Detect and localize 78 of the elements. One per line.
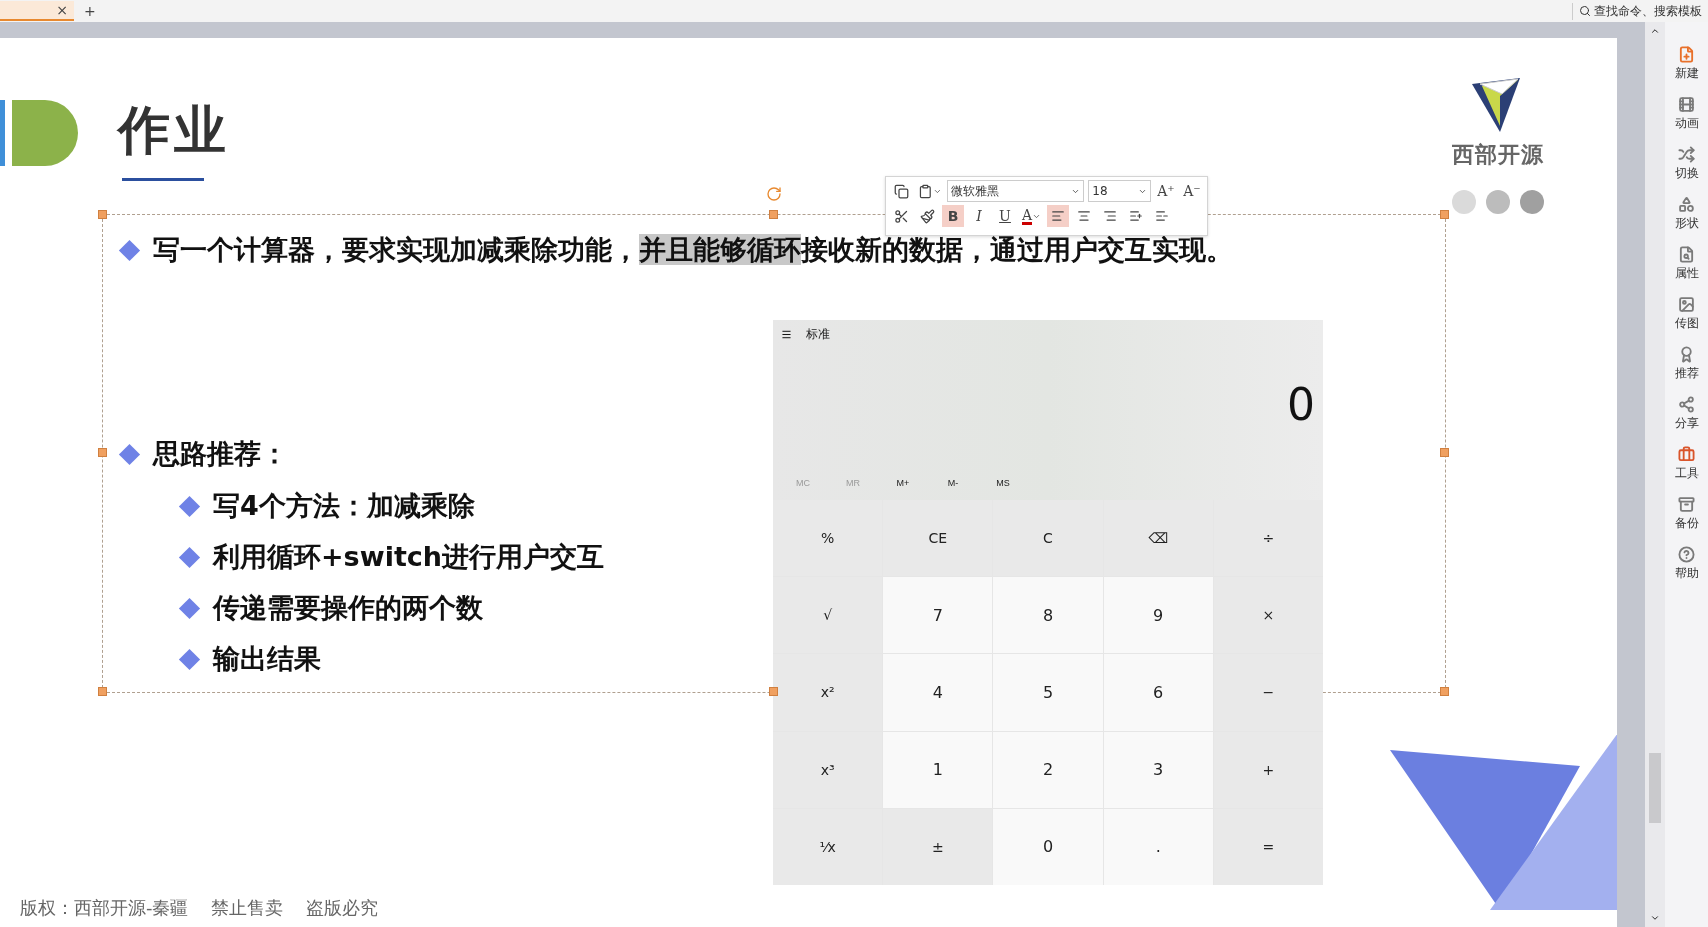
resize-handle[interactable] — [769, 687, 778, 696]
paintbrush-icon — [919, 208, 935, 224]
scissors-icon — [893, 208, 909, 224]
calculator-display: 0 — [1287, 379, 1315, 430]
close-tab-button[interactable]: × — [56, 2, 68, 18]
color-button[interactable]: A — [1020, 205, 1044, 227]
sidebar-item[interactable]: 动画 — [1674, 96, 1699, 132]
accent-bar — [0, 100, 5, 166]
logo-text: 西部开源 — [1452, 141, 1544, 169]
sidebar-item[interactable]: 新建 — [1674, 46, 1699, 82]
shrink-font-button[interactable]: A⁻ — [1181, 180, 1203, 202]
calculator-key[interactable]: 5 — [993, 654, 1103, 731]
calculator-key[interactable]: 9 — [1103, 577, 1213, 654]
copyright-text: 版权：西部开源-秦疆 禁止售卖 盗版必究 — [20, 897, 379, 918]
copy-icon — [893, 183, 909, 199]
font-color-label: A — [1022, 207, 1033, 225]
mode-label: 标准 — [806, 326, 830, 343]
rotate-handle-icon[interactable] — [766, 186, 782, 202]
sidebar-item[interactable]: 帮助 — [1674, 546, 1699, 582]
accent-shape — [12, 100, 78, 166]
sidebar-item[interactable]: 切换 — [1674, 146, 1699, 182]
calculator-key[interactable]: 8 — [993, 577, 1103, 654]
dot-icon — [1452, 190, 1476, 214]
document-tab[interactable]: × — [0, 1, 74, 21]
calculator-key[interactable]: 3 — [1103, 731, 1213, 808]
sidebar-item[interactable]: 推荐 — [1674, 346, 1699, 382]
sidebar-item[interactable]: 备份 — [1674, 496, 1699, 532]
new-tab-button[interactable]: + — [84, 3, 96, 19]
bullet-heading: 思路推荐： — [153, 437, 288, 471]
sidebar-item[interactable]: 形状 — [1674, 196, 1699, 232]
memory-button[interactable]: M- — [941, 476, 965, 490]
calculator-key[interactable]: 4 — [883, 654, 993, 731]
resize-handle[interactable] — [1440, 210, 1449, 219]
align-left-button[interactable] — [1047, 205, 1070, 227]
align-left-icon — [1051, 209, 1066, 223]
sidebar-item[interactable]: 传图 — [1674, 296, 1699, 332]
italic-button[interactable]: I — [968, 205, 990, 227]
font-size-field[interactable]: 18 — [1088, 180, 1151, 202]
line-spacing-icon — [1129, 209, 1144, 223]
calculator-key[interactable]: . — [1103, 808, 1213, 885]
search-icon — [1579, 5, 1591, 17]
memory-button[interactable]: MS — [991, 476, 1015, 490]
align-right-icon — [1103, 209, 1118, 223]
resize-handle[interactable] — [98, 687, 107, 696]
task-text: 写一个计算器，要求实现加减乘除功能，并且能够循环接收新的数据，通过用户交互实现。 — [153, 233, 1233, 267]
memory-button[interactable]: M+ — [891, 476, 915, 490]
calculator-key[interactable]: 2 — [993, 731, 1103, 808]
calculator-key[interactable]: 1 — [883, 731, 993, 808]
bold-button[interactable]: B — [942, 205, 964, 227]
resize-handle[interactable] — [769, 210, 778, 219]
scroll-down-icon[interactable] — [1650, 913, 1660, 923]
calculator-key[interactable]: 6 — [1103, 654, 1213, 731]
dot-icon — [1486, 190, 1510, 214]
clipboard-icon — [918, 183, 933, 199]
sidebar-item[interactable]: 分享 — [1674, 396, 1699, 432]
align-center-icon — [1077, 209, 1092, 223]
resize-handle[interactable] — [98, 448, 107, 457]
bullet-text: 利用循环+switch进行用户交互 — [213, 540, 605, 574]
font-field[interactable]: 微软雅黑 — [947, 180, 1085, 202]
underline-button[interactable]: U — [994, 205, 1016, 227]
grow-font-button[interactable]: A⁺ — [1155, 180, 1177, 202]
command-search-field[interactable]: 查找命令、搜索模板 — [1572, 2, 1702, 20]
sidebar-item[interactable]: 属性 — [1674, 246, 1699, 282]
calculator-key[interactable]: 7 — [883, 577, 993, 654]
resize-handle[interactable] — [1440, 687, 1449, 696]
scroll-up-icon[interactable] — [1650, 26, 1660, 36]
slide-title: 作业 — [118, 99, 230, 162]
bullet-text: 传递需要操作的两个数 — [213, 591, 483, 625]
resize-handle[interactable] — [1440, 448, 1449, 457]
sidebar-item[interactable]: 工具 — [1674, 446, 1699, 482]
menu-icon — [781, 329, 792, 340]
resize-handle[interactable] — [98, 210, 107, 219]
dot-icon — [1520, 190, 1544, 214]
bullet-text: 输出结果 — [213, 642, 321, 676]
calculator-key[interactable]: 0 — [993, 808, 1103, 885]
line-spacing-icon — [1155, 209, 1170, 223]
bullet-text: 写4个方法：加减乘除 — [213, 489, 475, 523]
scroll-thumb[interactable] — [1649, 753, 1661, 823]
